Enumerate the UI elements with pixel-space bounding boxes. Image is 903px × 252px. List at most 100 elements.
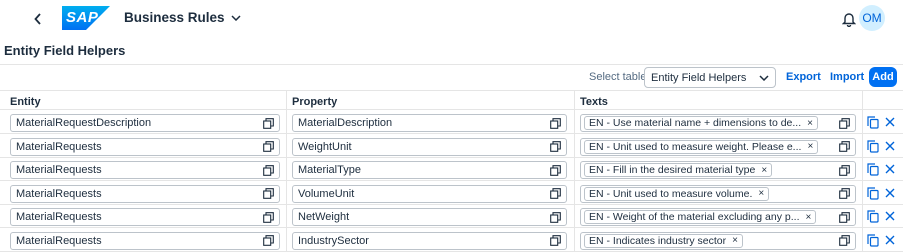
value-help-icon <box>838 141 850 152</box>
copy-icon[interactable] <box>867 233 879 247</box>
column-header-texts: Texts <box>580 96 608 108</box>
export-button[interactable]: Export <box>786 71 821 83</box>
property-input[interactable]: VolumeUnit <box>292 184 567 203</box>
table-select-value: Entity Field Helpers <box>651 71 747 84</box>
value-help-icon <box>838 235 850 246</box>
entity-value-help[interactable] <box>261 210 275 224</box>
user-avatar[interactable]: OM <box>859 5 885 31</box>
entity-value-help[interactable] <box>261 233 275 248</box>
token-remove-icon[interactable]: × <box>807 141 813 152</box>
text-token[interactable]: EN - Use material name + dimensions to d… <box>584 116 818 130</box>
entity-value-help[interactable] <box>261 186 275 201</box>
value-help-icon <box>549 164 561 176</box>
delete-x-icon[interactable] <box>884 210 896 222</box>
text-token[interactable]: EN - Unit used to measure weight. Please… <box>584 139 819 154</box>
property-value: MaterialType <box>298 164 361 176</box>
property-input[interactable]: MaterialType <box>292 161 567 179</box>
table-toolbar: Select table Entity Field Helpers Export… <box>0 64 903 88</box>
entity-input[interactable]: MaterialRequests <box>10 161 280 179</box>
table-row: MaterialRequests NetWeight EN - Weight of … <box>0 205 903 228</box>
property-value: VolumeUnit <box>298 187 355 200</box>
entity-input[interactable]: MaterialRequestDescription <box>10 114 280 132</box>
texts-value-help[interactable] <box>837 163 851 177</box>
entity-value: MaterialRequests <box>16 211 102 223</box>
texts-value-help[interactable] <box>837 210 851 224</box>
property-value-help[interactable] <box>548 210 562 224</box>
column-header-property: Property <box>292 96 338 108</box>
shell-bar: SAP Business Rules OM <box>0 0 903 38</box>
entity-value: MaterialRequestDescription <box>16 117 152 129</box>
token-remove-icon[interactable]: × <box>758 188 764 199</box>
texts-value-help[interactable] <box>837 233 851 248</box>
chevron-down-icon <box>759 74 769 81</box>
table-row: MaterialRequests WeightUnit EN - Unit used… <box>0 135 903 158</box>
entity-input[interactable]: MaterialRequests <box>10 208 280 226</box>
logo-text: SAP <box>66 9 99 26</box>
property-value: NetWeight <box>298 211 350 223</box>
property-value-help[interactable] <box>548 116 562 130</box>
texts-value-help[interactable] <box>837 186 851 201</box>
table-row: MaterialRequests IndustrySector EN - Indic… <box>0 229 903 252</box>
import-button[interactable]: Import <box>830 71 864 83</box>
column-header-entity: Entity <box>10 96 41 108</box>
property-value-help[interactable] <box>548 139 562 154</box>
entity-input[interactable]: MaterialRequests <box>10 137 280 156</box>
value-help-icon <box>549 117 561 129</box>
texts-input[interactable]: EN - Unit used to measure weight. Please… <box>580 137 856 156</box>
property-input[interactable]: WeightUnit <box>292 137 567 156</box>
delete-x-icon[interactable] <box>884 163 896 175</box>
text-token-label: EN - Indicates industry sector <box>589 234 727 247</box>
texts-value-help[interactable] <box>837 139 851 154</box>
property-value-help[interactable] <box>548 233 562 248</box>
text-token[interactable]: EN - Weight of the material excluding an… <box>584 210 817 224</box>
entity-value-help[interactable] <box>261 139 275 154</box>
texts-input[interactable]: EN - Indicates industry sector × <box>580 231 856 250</box>
text-token-label: EN - Unit used to measure weight. Please… <box>589 140 802 153</box>
copy-icon[interactable] <box>867 139 879 153</box>
delete-x-icon[interactable] <box>884 234 896 246</box>
delete-x-icon[interactable] <box>884 187 896 199</box>
copy-icon[interactable] <box>867 163 879 176</box>
value-help-icon <box>838 188 850 199</box>
texts-input[interactable]: EN - Unit used to measure volume. × <box>580 184 856 203</box>
texts-input[interactable]: EN - Use material name + dimensions to d… <box>580 114 856 132</box>
text-token[interactable]: EN - Indicates industry sector × <box>584 233 743 248</box>
texts-value-help[interactable] <box>837 116 851 130</box>
table-header: Entity Property Texts <box>0 90 903 110</box>
entity-value: MaterialRequests <box>16 140 102 153</box>
token-remove-icon[interactable]: × <box>807 118 813 129</box>
property-input[interactable]: NetWeight <box>292 208 567 226</box>
text-token[interactable]: EN - Fill in the desired material type × <box>584 163 773 177</box>
property-input[interactable]: IndustrySector <box>292 231 567 250</box>
bell-icon[interactable] <box>842 11 856 27</box>
add-button[interactable]: Add <box>869 67 897 87</box>
sap-logo[interactable]: SAP <box>62 6 110 30</box>
table-select[interactable]: Entity Field Helpers <box>644 67 776 88</box>
entity-input[interactable]: MaterialRequests <box>10 184 280 203</box>
entity-input[interactable]: MaterialRequests <box>10 231 280 250</box>
property-value-help[interactable] <box>548 163 562 177</box>
delete-x-icon[interactable] <box>884 140 896 152</box>
entity-value-help[interactable] <box>261 163 275 177</box>
texts-input[interactable]: EN - Weight of the material excluding an… <box>580 208 856 226</box>
value-help-icon <box>838 117 850 129</box>
entity-value-help[interactable] <box>261 116 275 130</box>
app-title-menu[interactable]: Business Rules <box>124 10 241 25</box>
value-help-icon <box>549 211 561 223</box>
copy-icon[interactable] <box>867 116 879 129</box>
table-row: MaterialRequests VolumeUnit EN - Unit used… <box>0 182 903 205</box>
delete-x-icon[interactable] <box>884 116 896 128</box>
select-table-label: Select table <box>589 71 647 83</box>
copy-icon[interactable] <box>867 210 879 223</box>
text-token-label: EN - Use material name + dimensions to d… <box>589 117 802 129</box>
texts-input[interactable]: EN - Fill in the desired material type × <box>580 161 856 179</box>
property-input[interactable]: MaterialDescription <box>292 114 567 132</box>
app-title: Business Rules <box>124 10 225 25</box>
copy-icon[interactable] <box>867 186 879 200</box>
token-remove-icon[interactable]: × <box>761 165 767 176</box>
token-remove-icon[interactable]: × <box>732 235 738 246</box>
property-value-help[interactable] <box>548 186 562 201</box>
back-button[interactable] <box>31 11 45 27</box>
text-token[interactable]: EN - Unit used to measure volume. × <box>584 186 770 201</box>
token-remove-icon[interactable]: × <box>806 212 812 223</box>
